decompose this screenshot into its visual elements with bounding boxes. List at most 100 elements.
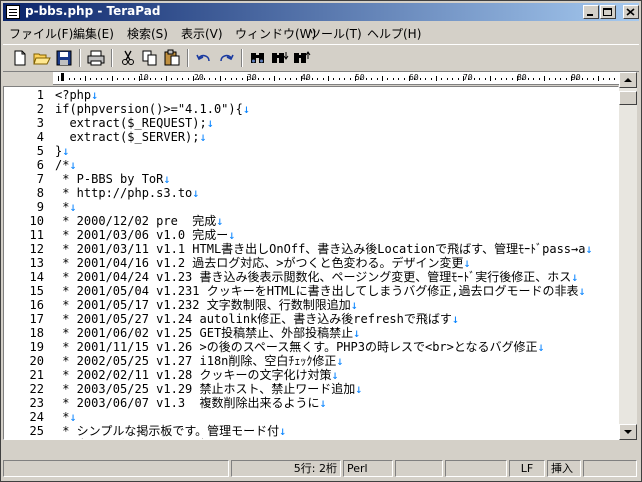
copy-button[interactable] [141,49,159,67]
menu-help[interactable]: ヘルプ(H) [367,25,421,42]
find-prev-button[interactable] [293,49,311,67]
editor-line[interactable]: 8 * http://php.s3.to↓ [4,186,618,200]
line-number: 5 [36,144,44,158]
minimize-button[interactable] [583,5,599,19]
scroll-up-button[interactable] [619,72,637,88]
editor-line[interactable]: 23 * 2003/06/07 v1.3 複数削除出来るように↓ [4,396,618,410]
ruler-tick [161,78,162,80]
ruler-label: 40 [301,73,311,82]
menu-file[interactable]: ファイル(F) [9,25,73,42]
line-content: * 2001/05/27 v1.24 autolink修正、書き込み後refre… [55,312,452,326]
editor-line[interactable]: 9 *↓ [4,200,618,214]
toolbar-separator [111,49,113,67]
line-end-marker: ↓ [216,214,224,228]
save-button[interactable] [55,49,73,67]
line-ending[interactable]: LF [509,460,545,477]
editor-line[interactable]: 12 * 2001/03/11 v1.1 HTML書き出しOnOff、書き込み後… [4,242,618,256]
editor-line[interactable]: 5}↓ [4,144,618,158]
maximize-button[interactable] [600,5,616,19]
line-content: * 2001/11/15 v1.26 >の後のスペース無くす。PHP3の時レスで… [55,340,538,354]
editor-line[interactable]: 10 * 2000/12/02 pre 完成↓ [4,214,618,228]
scroll-down-button[interactable] [619,424,637,440]
line-content: * [55,410,70,424]
ruler-ticks [58,73,615,81]
ruler-tick [107,78,108,80]
cut-button[interactable] [119,49,137,67]
close-icon [626,8,635,16]
app-icon[interactable] [6,5,20,19]
line-end-marker: ↓ [578,284,586,298]
editor-line[interactable]: 13 * 2001/04/16 v1.2 過去ログ対応、>がつくと色変わる。デザ… [4,256,618,270]
editor-line[interactable]: 21 * 2002/02/11 v1.28 クッキーの文字化け対策↓ [4,368,618,382]
editor-line[interactable]: 22 * 2003/05/25 v1.29 禁止ホスト、禁止ワード追加↓ [4,382,618,396]
editor-line[interactable]: 20 * 2002/05/25 v1.27 i18n削除、空白ﾁｪｯｸ修正↓ [4,354,618,368]
print-button[interactable] [87,49,105,67]
line-number: 19 [29,340,44,354]
editor-line[interactable]: 18 * 2001/06/02 v1.25 GET投稿禁止、外部投稿禁止↓ [4,326,618,340]
editor-line[interactable]: 4 extract($_SERVER);↓ [4,130,618,144]
editor-line[interactable]: 19 * 2001/11/15 v1.26 >の後のスペース無くす。PHP3の時… [4,340,618,354]
find-prev-icon [294,51,311,63]
menu-tools[interactable]: ツール(T) [309,25,362,42]
ruler-tick [269,78,270,80]
editor-line[interactable]: 3 extract($_REQUEST);↓ [4,116,618,130]
ruler-tick [614,78,615,80]
title-bar[interactable]: p-bbs.php - TeraPad [3,3,639,21]
ruler-label: 70 [463,73,473,82]
line-end-marker: ↓ [279,424,287,438]
editor-line[interactable]: 6 /*↓ [4,158,618,172]
line-end-marker: ↓ [62,144,70,158]
ruler-tick [512,78,513,80]
vertical-scrollbar[interactable] [619,72,637,440]
ruler-tick [393,78,394,80]
text-editor[interactable]: 1 <?php↓ 2 if(phpversion()>="4.1.0"){↓ 3 ext… [3,86,619,440]
editor-line[interactable]: 14 * 2001/04/24 v1.23 書き込み後表示閲数化、ページング変更… [4,270,618,284]
ruler-tick [215,78,216,80]
find-button[interactable] [249,49,267,67]
paste-icon [164,49,180,66]
ruler-tick [431,78,432,80]
find-next-button[interactable] [271,49,289,67]
editor-line[interactable]: 17 * 2001/05/27 v1.24 autolink修正、書き込み後re… [4,312,618,326]
ruler-tick [63,78,64,80]
scroll-thumb[interactable] [619,91,637,105]
minimize-icon [587,14,593,16]
line-content: * 2001/03/06 v1.0 完成ー [55,228,229,242]
close-button[interactable] [623,5,639,19]
line-text: *↓ [55,410,76,424]
editor-line[interactable]: 24 *↓ [4,410,618,424]
open-file-button[interactable] [33,49,51,67]
paste-button[interactable] [163,49,181,67]
line-content: * 2001/03/11 v1.1 HTML書き出しOnOff、書き込み後Loc… [55,242,586,256]
ruler-tick [101,78,102,80]
line-number: 15 [29,284,44,298]
editor-line[interactable]: 16 * 2001/05/17 v1.232 文字数制限、行数制限追加↓ [4,298,618,312]
editor-line[interactable]: 15 * 2001/05/04 v1.231 クッキーをHTMLに書き出してしま… [4,284,618,298]
line-end-marker: ↓ [353,326,361,340]
line-end-marker: ↓ [319,396,327,410]
editor-line[interactable]: 1 <?php↓ [4,88,618,102]
menu-edit[interactable]: 編集(E) [73,25,114,42]
menu-search[interactable]: 検索(S) [127,25,168,42]
menu-view[interactable]: 表示(V) [181,25,223,42]
menu-window[interactable]: ウィンドウ(W) [235,25,316,42]
line-text: <?php↓ [55,88,98,102]
editor-line[interactable]: 2 if(phpversion()>="4.1.0"){↓ [4,102,618,116]
ruler-label: 20 [194,73,204,82]
redo-button[interactable] [217,49,235,67]
syntax-mode[interactable]: Perl [343,460,393,477]
line-content: * 2001/04/16 v1.2 過去ログ対応、>がつくと色変わる。デザイン変… [55,256,464,270]
editor-line[interactable]: 26 * 空のログファイルを用意して、パーミッションを606にしてください [4,438,618,439]
new-file-button[interactable] [11,49,29,67]
ruler-tick [490,76,491,81]
line-content: * 2002/05/25 v1.27 i18n削除、空白ﾁｪｯｸ修正 [55,354,337,368]
ruler-tick [134,78,135,80]
editor-line[interactable]: 11 * 2001/03/06 v1.0 完成ー↓ [4,228,618,242]
editor-line[interactable]: 25 * シンプルな掲示板です。管理モード付↓ [4,424,618,438]
line-content: * 2003/06/07 v1.3 複数削除出来るように [55,396,320,410]
insert-mode[interactable]: 挿入 [547,460,581,477]
editor-line[interactable]: 7 * P-BBS by ToR↓ [4,172,618,186]
undo-button[interactable] [195,49,213,67]
line-end-marker: ↓ [228,228,236,242]
ruler-tick [533,78,534,80]
